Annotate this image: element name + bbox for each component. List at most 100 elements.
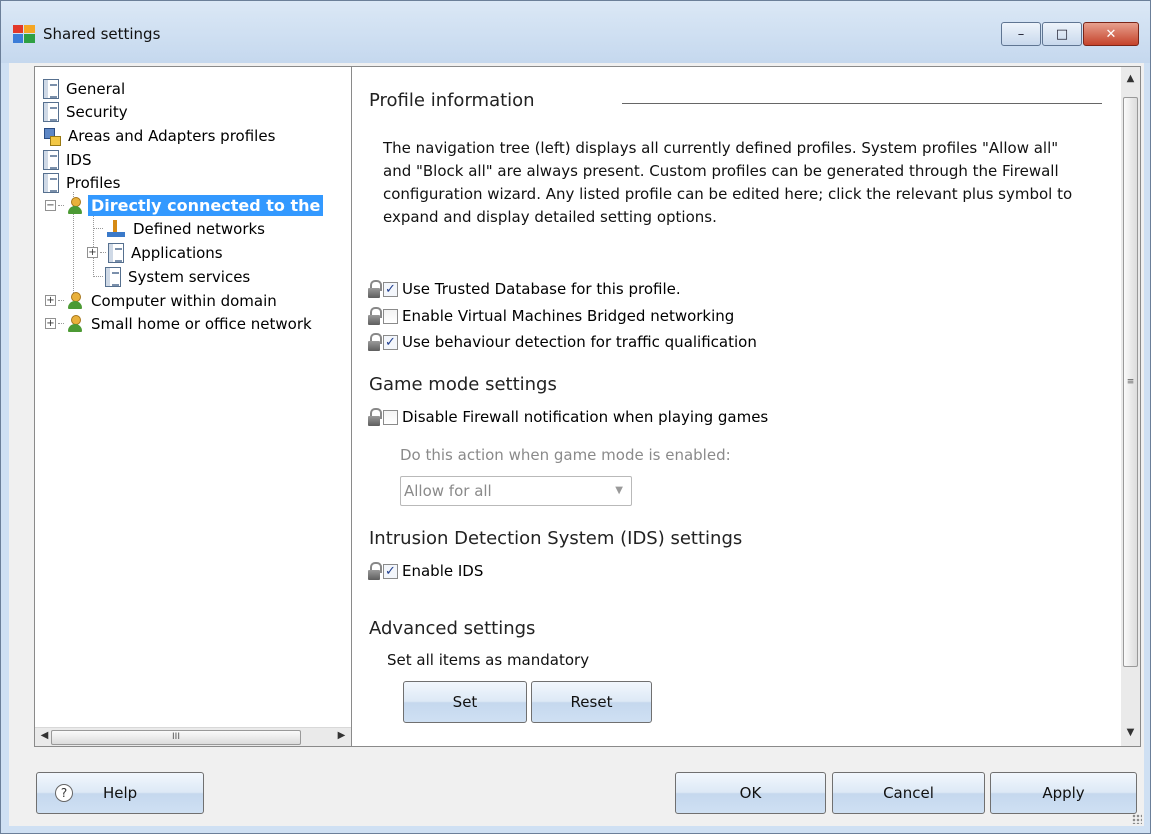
game-mode-action-label: Do this action when game mode is enabled…: [400, 446, 731, 464]
defined-network-icon: [105, 219, 127, 238]
document-icon: [43, 172, 59, 193]
document-icon: [43, 101, 59, 122]
tree-item-system-services[interactable]: System services: [93, 265, 253, 288]
tree-item-computer-within-domain[interactable]: + Computer within domain: [45, 289, 280, 312]
tree-item-label: Computer within domain: [91, 291, 277, 310]
tree-item-label: Security: [66, 102, 128, 121]
document-icon: [43, 149, 59, 170]
tree-item-security[interactable]: Security: [43, 100, 131, 123]
maximize-icon: □: [1055, 26, 1069, 42]
tree-horizontal-scrollbar[interactable]: ◀ III ▶: [35, 727, 351, 746]
close-button[interactable]: ✕: [1083, 22, 1139, 46]
expand-icon[interactable]: +: [45, 318, 56, 329]
help-button-label: Help: [103, 784, 138, 802]
option-label: Enable IDS: [402, 562, 484, 580]
option-label: Enable Virtual Machines Bridged networki…: [402, 307, 735, 325]
scroll-left-icon[interactable]: ◀: [37, 730, 52, 744]
profile-information-title: Profile information: [369, 90, 535, 111]
lock-icon[interactable]: [367, 307, 382, 325]
tree-connector: [58, 205, 64, 206]
option-behaviour-detection[interactable]: ✓ Use behaviour detection for traffic qu…: [367, 333, 757, 351]
tree-item-small-home-network[interactable]: + Small home or office network: [45, 312, 315, 335]
tree-item-areas-adapters[interactable]: Areas and Adapters profiles: [41, 124, 278, 147]
chevron-down-icon: ▼: [615, 485, 623, 496]
tree-connector: [93, 228, 103, 229]
tree-item-label: Applications: [131, 243, 223, 262]
collapse-icon[interactable]: −: [45, 200, 56, 211]
tree-item-label: System services: [128, 267, 251, 286]
document-icon: [108, 242, 124, 263]
tree-item-defined-networks[interactable]: Defined networks: [93, 217, 268, 240]
tree-viewport: General Security Areas and Adapters prof…: [35, 67, 351, 727]
scrollbar-thumb[interactable]: ≡: [1123, 97, 1138, 667]
tree-connector: [58, 323, 64, 324]
advanced-settings-description: Set all items as mandatory: [387, 651, 590, 669]
tree-connector: [58, 300, 64, 301]
tree-item-label: General: [66, 79, 126, 98]
lock-icon[interactable]: [367, 562, 382, 580]
lock-icon[interactable]: [367, 408, 382, 426]
expand-icon[interactable]: +: [45, 295, 56, 306]
settings-vertical-scrollbar[interactable]: ▲ ≡ ▼: [1121, 67, 1140, 746]
disable-notification-checkbox[interactable]: [383, 409, 398, 425]
lock-icon[interactable]: [367, 280, 382, 298]
tree-item-general[interactable]: General: [43, 77, 128, 100]
lock-icon[interactable]: [367, 333, 382, 351]
dialog-body: General Security Areas and Adapters prof…: [9, 63, 1144, 826]
section-divider: [622, 103, 1102, 104]
option-label: Use Trusted Database for this profile.: [402, 280, 681, 298]
tree-item-applications[interactable]: + Applications: [87, 241, 226, 264]
virtual-machines-checkbox[interactable]: [383, 308, 398, 324]
network-icon: [41, 127, 61, 146]
ids-settings-title: Intrusion Detection System (IDS) setting…: [369, 528, 743, 549]
enable-ids-checkbox[interactable]: ✓: [383, 563, 398, 579]
scrollbar-thumb[interactable]: III: [51, 730, 301, 745]
set-button[interactable]: Set: [403, 681, 527, 723]
scroll-down-icon[interactable]: ▼: [1123, 727, 1138, 741]
tree-item-ids[interactable]: IDS: [43, 148, 95, 171]
combo-value: Allow for all: [404, 482, 492, 500]
help-button[interactable]: ? Help: [36, 772, 204, 814]
document-icon: [105, 266, 121, 287]
behaviour-detection-checkbox[interactable]: ✓: [383, 334, 398, 350]
tree-item-label: Small home or office network: [91, 314, 312, 333]
ok-button[interactable]: OK: [675, 772, 826, 814]
user-icon: [66, 314, 84, 333]
resize-grip-icon[interactable]: [1132, 814, 1142, 824]
title-bar[interactable]: Shared settings – □ ✕: [1, 1, 1150, 63]
option-trusted-database[interactable]: ✓ Use Trusted Database for this profile.: [367, 280, 681, 298]
trusted-database-checkbox[interactable]: ✓: [383, 281, 398, 297]
close-icon: ✕: [1105, 26, 1117, 42]
tree-item-profiles[interactable]: Profiles: [43, 171, 123, 194]
help-icon: ?: [55, 784, 73, 802]
maximize-button[interactable]: □: [1042, 22, 1082, 46]
option-disable-firewall-notification[interactable]: Disable Firewall notification when playi…: [367, 408, 768, 426]
scroll-up-icon[interactable]: ▲: [1123, 73, 1138, 87]
window-title: Shared settings: [43, 25, 161, 43]
scroll-grip-icon: III: [172, 732, 180, 742]
apply-button[interactable]: Apply: [990, 772, 1137, 814]
scroll-right-icon[interactable]: ▶: [334, 730, 349, 744]
game-mode-title: Game mode settings: [369, 374, 557, 395]
option-label: Disable Firewall notification when playi…: [402, 408, 769, 426]
reset-button[interactable]: Reset: [531, 681, 652, 723]
option-enable-ids[interactable]: ✓ Enable IDS: [367, 562, 483, 580]
settings-panel: Profile information The navigation tree …: [351, 66, 1141, 747]
advanced-settings-title: Advanced settings: [369, 618, 536, 639]
scroll-grip-icon: ≡: [1126, 377, 1135, 387]
tree-item-directly-connected[interactable]: − Directly connected to the: [45, 194, 324, 217]
document-icon: [43, 78, 59, 99]
user-icon: [66, 291, 84, 310]
expand-icon[interactable]: +: [87, 247, 98, 258]
option-label: Use behaviour detection for traffic qual…: [402, 333, 757, 351]
tree-connector: [100, 252, 106, 253]
option-virtual-machines[interactable]: Enable Virtual Machines Bridged networki…: [367, 307, 734, 325]
tree-item-label: Directly connected to the: [88, 195, 324, 216]
minimize-button[interactable]: –: [1001, 22, 1041, 46]
profile-description: The navigation tree (left) displays all …: [383, 139, 1073, 226]
navigation-tree: General Security Areas and Adapters prof…: [34, 66, 352, 747]
game-mode-action-select[interactable]: Allow for all ▼: [400, 476, 632, 506]
cancel-button[interactable]: Cancel: [832, 772, 985, 814]
tree-item-label: IDS: [66, 150, 92, 169]
minimize-icon: –: [1017, 26, 1025, 42]
